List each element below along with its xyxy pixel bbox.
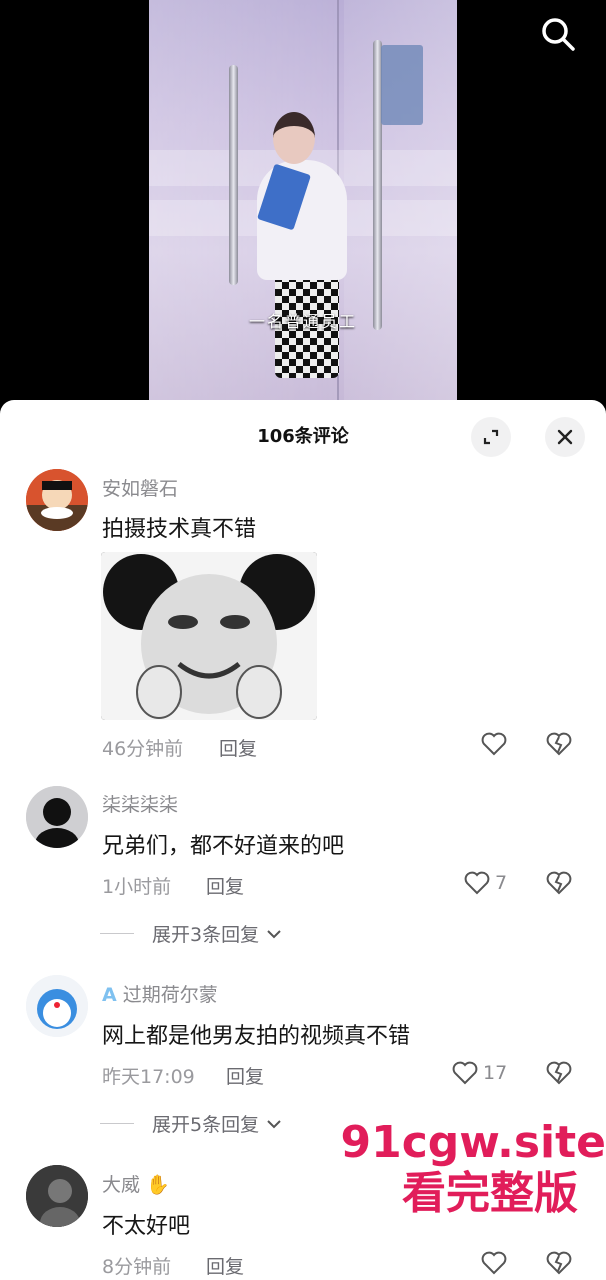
hand-emoji-icon: ✋ bbox=[146, 1174, 170, 1196]
watermark-overlay: 91cgw.site 看完整版 bbox=[336, 1117, 606, 1221]
door-sign bbox=[381, 45, 423, 125]
video-caption: 一名普通员工 bbox=[248, 312, 357, 331]
door-handle bbox=[229, 65, 238, 285]
comment-time: 46分钟前 bbox=[102, 738, 184, 760]
reply-button[interactable]: 回复 bbox=[206, 872, 244, 899]
person-head bbox=[273, 112, 315, 164]
comment-text: 不太好吧 bbox=[102, 1214, 191, 1239]
verified-a-icon: A bbox=[102, 984, 117, 1006]
reply-button[interactable]: 回复 bbox=[206, 1252, 244, 1279]
comment-text: 网上都是他男友拍的视频真不错 bbox=[102, 1024, 411, 1049]
expand-button[interactable] bbox=[471, 417, 511, 457]
username[interactable]: 柒柒柒柒 bbox=[102, 790, 178, 817]
broken-heart-icon bbox=[546, 732, 572, 756]
comment-text: 拍摄技术真不错 bbox=[102, 517, 257, 542]
search-icon bbox=[542, 18, 575, 51]
avatar[interactable] bbox=[26, 786, 88, 848]
expand-replies-button[interactable]: 展开3条回复 bbox=[100, 920, 283, 947]
chevron-down-icon bbox=[267, 1119, 281, 1128]
search-button[interactable] bbox=[538, 14, 578, 54]
comment-time: 8分钟前 bbox=[102, 1256, 172, 1278]
username: 大威 bbox=[102, 1174, 141, 1196]
like-count: 17 bbox=[483, 1062, 508, 1084]
watermark-slogan: 看完整版 bbox=[401, 1167, 579, 1220]
reply-button[interactable]: 回复 bbox=[226, 1062, 264, 1089]
avatar[interactable] bbox=[26, 1165, 88, 1227]
expand-icon bbox=[483, 429, 499, 445]
comment-text: 兄弟们，都不好道来的吧 bbox=[102, 834, 345, 859]
video-frame[interactable]: 一名普通员工 bbox=[149, 0, 457, 420]
dislike-button[interactable] bbox=[545, 1059, 573, 1091]
username: 过期荷尔蒙 bbox=[122, 984, 218, 1006]
expand-replies-label: 展开5条回复 bbox=[152, 1114, 260, 1136]
chevron-down-icon bbox=[267, 929, 281, 938]
like-count: 7 bbox=[495, 872, 508, 894]
dislike-button[interactable] bbox=[545, 730, 573, 762]
heart-icon bbox=[481, 732, 507, 756]
username-row[interactable]: A 过期荷尔蒙 bbox=[102, 980, 218, 1007]
divider-line bbox=[100, 1123, 134, 1124]
like-button[interactable] bbox=[480, 730, 512, 758]
reply-button[interactable]: 回复 bbox=[219, 734, 257, 761]
divider-line bbox=[100, 933, 134, 934]
heart-icon bbox=[464, 871, 490, 895]
broken-heart-icon bbox=[546, 1251, 572, 1275]
username-row[interactable]: 大威 ✋ bbox=[102, 1170, 170, 1197]
comment-time: 1小时前 bbox=[102, 876, 172, 898]
close-icon bbox=[557, 429, 573, 445]
avatar[interactable] bbox=[26, 975, 88, 1037]
expand-replies-label: 展开3条回复 bbox=[152, 924, 260, 946]
comment-count-title: 106条评论 bbox=[257, 426, 349, 447]
comment-time: 昨天17:09 bbox=[102, 1066, 195, 1088]
broken-heart-icon bbox=[546, 871, 572, 895]
avatar-cartoon-image bbox=[26, 469, 88, 531]
avatar-doraemon-image bbox=[26, 975, 88, 1037]
close-button[interactable] bbox=[545, 417, 585, 457]
panda-meme-sticker bbox=[101, 552, 317, 720]
heart-icon bbox=[481, 1251, 507, 1275]
broken-heart-icon bbox=[546, 1061, 572, 1085]
avatar-silhouette-image bbox=[26, 786, 88, 848]
dislike-button[interactable] bbox=[545, 869, 573, 901]
like-button[interactable]: 17 bbox=[451, 1059, 507, 1087]
sticker-image[interactable] bbox=[101, 552, 317, 720]
avatar-dark-image bbox=[26, 1165, 88, 1227]
like-button[interactable]: 7 bbox=[463, 869, 507, 897]
video-player[interactable]: 一名普通员工 bbox=[0, 0, 606, 420]
avatar[interactable] bbox=[26, 469, 88, 531]
dislike-button[interactable] bbox=[545, 1249, 573, 1280]
expand-replies-button[interactable]: 展开5条回复 bbox=[100, 1110, 283, 1137]
heart-icon bbox=[452, 1061, 478, 1085]
like-button[interactable] bbox=[480, 1249, 512, 1277]
username[interactable]: 安如磐石 bbox=[102, 474, 178, 501]
watermark-url: 91cgw.site bbox=[339, 1117, 606, 1169]
